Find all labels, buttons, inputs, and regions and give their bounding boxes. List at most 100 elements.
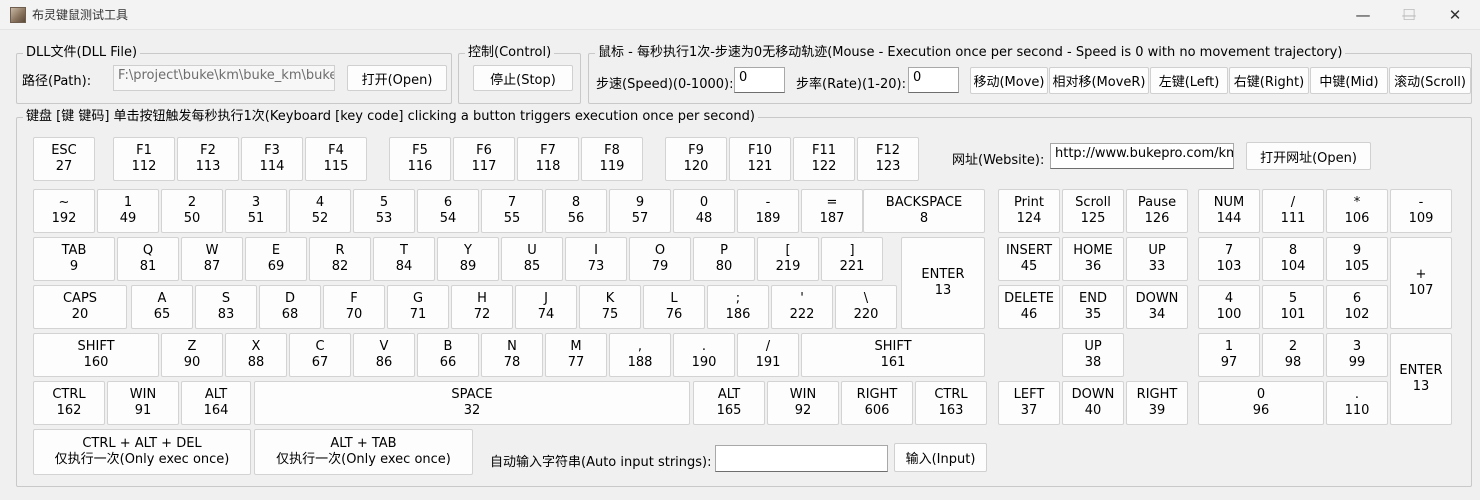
minimize-button[interactable]: — — [1340, 0, 1386, 30]
key-button[interactable]: Y 89 — [437, 237, 499, 281]
key-button[interactable]: 5 101 — [1262, 285, 1324, 329]
key-button[interactable]: HOME 36 — [1062, 237, 1124, 281]
key-button[interactable]: = 187 — [801, 189, 863, 233]
right-click-button[interactable]: 右键(Right) — [1229, 67, 1309, 94]
key-button[interactable]: BACKSPACE 8 — [863, 189, 985, 233]
open-website-button[interactable]: 打开网址(Open) — [1246, 142, 1371, 170]
key-button[interactable]: F12 123 — [857, 137, 919, 181]
key-button[interactable]: G 71 — [387, 285, 449, 329]
key-button[interactable]: [219 — [757, 237, 819, 281]
key-button[interactable]: H 72 — [451, 285, 513, 329]
key-button[interactable]: J 74 — [515, 285, 577, 329]
key-button[interactable]: ALT 164 — [181, 381, 251, 425]
key-button[interactable]: CTRL 163 — [915, 381, 987, 425]
key-button[interactable]: DELETE 46 — [998, 285, 1060, 329]
move-button[interactable]: 移动(Move) — [970, 67, 1048, 94]
key-button[interactable]: F9 120 — [665, 137, 727, 181]
key-button[interactable]: 9 57 — [609, 189, 671, 233]
key-button[interactable]: 7 103 — [1198, 237, 1260, 281]
key-button[interactable]: UP 38 — [1062, 333, 1124, 377]
key-button[interactable]: Q 81 — [117, 237, 179, 281]
ctrl-alt-del-key[interactable]: CTRL + ALT + DEL 仅执行一次(Only exec once) — [33, 429, 251, 475]
key-button[interactable]: 1 97 — [1198, 333, 1260, 377]
key-button[interactable]: , 188 — [609, 333, 671, 377]
key-button[interactable]: . 190 — [673, 333, 735, 377]
key-button[interactable]: SPACE 32 — [254, 381, 690, 425]
key-button[interactable]: F2 113 — [177, 137, 239, 181]
key-button[interactable]: 2 98 — [1262, 333, 1324, 377]
key-button[interactable]: END 35 — [1062, 285, 1124, 329]
key-button[interactable]: +107 — [1390, 237, 1452, 329]
key-button[interactable]: 7 55 — [481, 189, 543, 233]
key-button[interactable]: * 106 — [1326, 189, 1388, 233]
key-button[interactable]: X 88 — [225, 333, 287, 377]
key-button[interactable]: TAB 9 — [33, 237, 115, 281]
stop-button[interactable]: 停止(Stop) — [473, 65, 573, 91]
key-button[interactable]: F7 118 — [517, 137, 579, 181]
key-button[interactable]: 4 52 — [289, 189, 351, 233]
key-button[interactable]: M 77 — [545, 333, 607, 377]
key-button[interactable]: CTRL 162 — [33, 381, 105, 425]
key-button[interactable]: DOWN 34 — [1126, 285, 1188, 329]
key-button[interactable]: F6 117 — [453, 137, 515, 181]
key-button[interactable]: 1 49 — [97, 189, 159, 233]
key-button[interactable]: V 86 — [353, 333, 415, 377]
key-button[interactable]: ~192 — [33, 189, 95, 233]
auto-input-field[interactable] — [715, 445, 888, 472]
key-button[interactable]: 0 48 — [673, 189, 735, 233]
key-button[interactable]: -109 — [1390, 189, 1452, 233]
middle-click-button[interactable]: 中键(Mid) — [1310, 67, 1388, 94]
key-button[interactable]: E 69 — [245, 237, 307, 281]
speed-input[interactable]: 0 — [734, 67, 785, 93]
key-button[interactable]: A 65 — [131, 285, 193, 329]
key-button[interactable]: T 84 — [373, 237, 435, 281]
key-button[interactable]: UP 33 — [1126, 237, 1188, 281]
key-button[interactable]: ENTER 13 — [901, 237, 985, 329]
close-button[interactable]: ✕ — [1432, 0, 1478, 30]
key-button[interactable]: K 75 — [579, 285, 641, 329]
key-button[interactable]: ALT 165 — [693, 381, 765, 425]
key-button[interactable]: Pause 126 — [1126, 189, 1188, 233]
key-button[interactable]: WIN 91 — [107, 381, 179, 425]
move-relative-button[interactable]: 相对移(MoveR) — [1049, 67, 1149, 94]
key-button[interactable]: /191 — [737, 333, 799, 377]
key-button[interactable]: RIGHT 39 — [1126, 381, 1188, 425]
key-button[interactable]: NUM 144 — [1198, 189, 1260, 233]
key-button[interactable]: LEFT 37 — [998, 381, 1060, 425]
key-button[interactable]: L 76 — [643, 285, 705, 329]
key-button[interactable]: 6 54 — [417, 189, 479, 233]
key-button[interactable]: -189 — [737, 189, 799, 233]
key-button[interactable]: . 110 — [1326, 381, 1388, 425]
key-button[interactable]: CAPS 20 — [33, 285, 127, 329]
key-button[interactable]: ESC 27 — [33, 137, 95, 181]
key-button[interactable]: ; 186 — [707, 285, 769, 329]
key-button[interactable]: ' 222 — [771, 285, 833, 329]
key-button[interactable]: N 78 — [481, 333, 543, 377]
key-button[interactable]: 3 99 — [1326, 333, 1388, 377]
key-button[interactable]: /111 — [1262, 189, 1324, 233]
key-button[interactable]: SHIFT 161 — [801, 333, 985, 377]
key-button[interactable]: F 70 — [323, 285, 385, 329]
key-button[interactable]: F1 112 — [113, 137, 175, 181]
left-click-button[interactable]: 左键(Left) — [1150, 67, 1228, 94]
alt-tab-key[interactable]: ALT + TAB 仅执行一次(Only exec once) — [254, 429, 473, 475]
rate-input[interactable]: 0 — [908, 67, 959, 93]
key-button[interactable]: RIGHT 606 — [841, 381, 913, 425]
key-button[interactable]: F10 121 — [729, 137, 791, 181]
website-input[interactable]: http://www.bukepro.com/km — [1050, 143, 1234, 169]
key-button[interactable]: D 68 — [259, 285, 321, 329]
input-button[interactable]: 输入(Input) — [894, 443, 987, 472]
key-button[interactable]: WIN 92 — [767, 381, 839, 425]
key-button[interactable]: 5 53 — [353, 189, 415, 233]
key-button[interactable]: U 85 — [501, 237, 563, 281]
key-button[interactable]: C 67 — [289, 333, 351, 377]
key-button[interactable]: Print 124 — [998, 189, 1060, 233]
key-button[interactable]: 3 51 — [225, 189, 287, 233]
key-button[interactable]: SHIFT 160 — [33, 333, 159, 377]
key-button[interactable]: 4 100 — [1198, 285, 1260, 329]
key-button[interactable]: \ 220 — [835, 285, 897, 329]
key-button[interactable]: W 87 — [181, 237, 243, 281]
key-button[interactable]: F4 115 — [305, 137, 367, 181]
key-button[interactable]: F8 119 — [581, 137, 643, 181]
scroll-button[interactable]: 滚动(Scroll) — [1389, 67, 1471, 94]
